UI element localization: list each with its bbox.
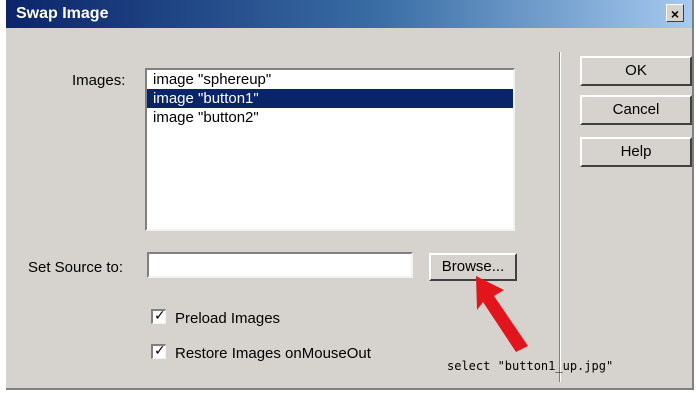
restore-images-checkbox[interactable]: ✓	[151, 342, 166, 359]
restore-images-label: Restore Images onMouseOut	[175, 345, 371, 362]
close-icon[interactable]: ×	[666, 4, 684, 22]
vertical-separator	[559, 52, 561, 382]
images-label: Images:	[72, 72, 126, 89]
set-source-label: Set Source to:	[28, 259, 124, 276]
list-item-sphereup[interactable]: image "sphereup"	[147, 70, 513, 89]
help-button[interactable]: Help	[580, 137, 692, 167]
dialog-title: Swap Image	[16, 5, 109, 22]
list-item-button2[interactable]: image "button2"	[147, 108, 513, 127]
images-listbox[interactable]: image "sphereup" image "button1" image "…	[145, 68, 515, 231]
list-item-button1[interactable]: image "button1"	[147, 89, 513, 108]
source-input[interactable]	[147, 252, 413, 278]
red-arrow-icon	[476, 276, 528, 352]
preload-images-label: Preload Images	[175, 310, 281, 327]
annotation-text: select "button1_up.jpg"	[447, 359, 614, 373]
swap-image-dialog: Swap Image × Images: image "sphereup" im…	[6, 0, 694, 390]
ok-button[interactable]: OK	[580, 56, 692, 86]
title-bar: Swap Image ×	[6, 0, 692, 28]
check-icon: ✓	[154, 342, 166, 358]
preload-images-checkbox[interactable]: ✓	[151, 307, 166, 324]
cancel-button[interactable]: Cancel	[580, 95, 692, 125]
check-icon: ✓	[154, 307, 166, 323]
